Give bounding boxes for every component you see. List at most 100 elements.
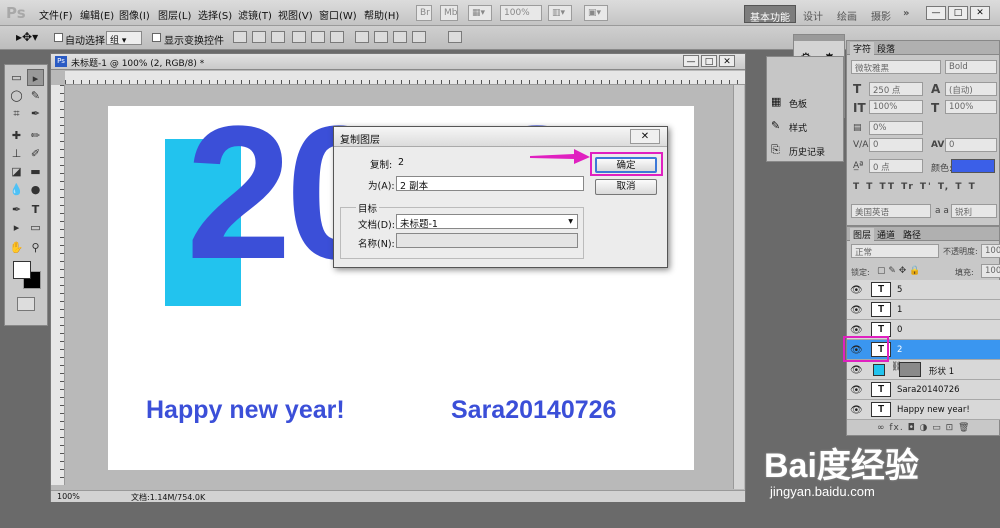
eyedropper-icon[interactable]: ✒ <box>27 105 44 122</box>
name-input[interactable] <box>396 233 578 248</box>
quick-mask-icon[interactable] <box>17 297 35 311</box>
menu-view[interactable]: 视图(V) <box>278 7 313 22</box>
eraser-tool-icon[interactable]: ◪ <box>8 163 25 180</box>
auto-align-icon[interactable] <box>448 31 462 43</box>
crop-tool-icon[interactable]: ⌗ <box>8 105 25 122</box>
layer-row[interactable]: 👁 ⛓ 形状 1 <box>847 360 1000 380</box>
align-vcenter-icon[interactable] <box>252 31 266 43</box>
align-bottom-icon[interactable] <box>271 31 285 43</box>
eye-icon[interactable]: 👁 <box>850 305 863 316</box>
fill-input[interactable]: 100% <box>981 264 1000 278</box>
blur-tool-icon[interactable]: 💧 <box>8 181 25 198</box>
vertical-scrollbar[interactable] <box>733 85 744 489</box>
tab-character[interactable]: 字符 <box>850 42 875 55</box>
eye-icon[interactable]: 👁 <box>850 325 863 336</box>
auto-select-checkbox[interactable] <box>54 33 63 42</box>
tab-paragraph[interactable]: 段落 <box>877 42 895 55</box>
kerning-input[interactable]: 0 <box>869 138 923 152</box>
eye-icon[interactable]: 👁 <box>850 385 863 396</box>
zoom-tool-icon[interactable]: ⚲ <box>27 239 44 256</box>
quick-select-icon[interactable]: ✎ <box>27 87 44 104</box>
as-input[interactable]: 2 副本 <box>396 176 584 192</box>
dialog-close-button[interactable]: ✕ <box>630 129 660 144</box>
layer-row[interactable]: 👁 T Sara20140726 <box>847 380 1000 400</box>
menu-filter[interactable]: 滤镜(T) <box>238 7 272 22</box>
status-zoom[interactable]: 100% <box>57 492 80 501</box>
doc-maximize-button[interactable]: □ <box>701 55 717 67</box>
layers-bottom-icons[interactable]: ∞ fx. ◘ ◑ ▭ ⊡ 🗑 <box>877 423 970 433</box>
shape-tool-icon[interactable]: ▭ <box>27 219 44 236</box>
vertical-ruler[interactable] <box>51 85 65 485</box>
menu-select[interactable]: 选择(S) <box>198 7 232 22</box>
move-tool-icon[interactable]: ▸ <box>27 69 44 86</box>
horizontal-ruler[interactable] <box>65 71 745 85</box>
layer-row[interactable]: 👁 T 5 <box>847 280 1000 300</box>
workspace-photo[interactable]: 摄影 <box>866 5 896 23</box>
menu-file[interactable]: 文件(F) <box>39 7 73 22</box>
pen-tool-icon[interactable]: ✒ <box>8 201 25 218</box>
horizontal-scale-input[interactable]: 100% <box>945 100 997 114</box>
dialog-titlebar[interactable]: 复制图层 ✕ <box>334 127 667 147</box>
minimize-button[interactable]: — <box>926 6 946 20</box>
eye-icon[interactable]: 👁 <box>850 405 863 416</box>
history-label[interactable]: 历史记录 <box>789 145 825 158</box>
menu-image[interactable]: 图像(I) <box>119 7 150 22</box>
font-style-select[interactable]: Bold <box>945 60 997 74</box>
swatches-icon[interactable]: ▦ <box>771 95 781 108</box>
workspace-design[interactable]: 设计 <box>798 5 828 23</box>
workspace-basic[interactable]: 基本功能 <box>744 5 796 24</box>
workspace-more[interactable]: » <box>898 5 914 23</box>
eye-icon[interactable]: 👁 <box>850 285 863 296</box>
layer-row[interactable]: 👁 T Happy new year! <box>847 400 1000 420</box>
text-color-swatch[interactable] <box>951 159 995 173</box>
styles-label[interactable]: 样式 <box>789 121 807 134</box>
history-brush-icon[interactable]: ✐ <box>27 145 44 162</box>
show-transform-checkbox[interactable] <box>152 33 161 42</box>
menu-edit[interactable]: 编辑(E) <box>80 7 114 22</box>
font-size-input[interactable]: 250 点 <box>869 82 923 96</box>
healing-brush-icon[interactable]: ✚ <box>8 127 25 144</box>
tab-channels[interactable]: 通道 <box>877 228 895 241</box>
zoom-level-select[interactable]: 100% <box>500 5 542 21</box>
doc-close-button[interactable]: ✕ <box>719 55 735 67</box>
distribute-bottom-icon[interactable] <box>393 31 407 43</box>
layer-row[interactable]: 👁 T 1 <box>847 300 1000 320</box>
menu-help[interactable]: 帮助(H) <box>364 7 399 22</box>
type-tool-icon[interactable]: T <box>27 201 44 218</box>
dock-grip[interactable] <box>794 35 844 41</box>
screen-mode-icon[interactable]: ▣▾ <box>584 5 608 21</box>
arrange-docs-icon[interactable]: ▥▾ <box>548 5 572 21</box>
blend-mode-select[interactable]: 正常 <box>851 244 939 258</box>
document-select[interactable]: 未标题-1 ▾ <box>396 214 578 230</box>
gradient-tool-icon[interactable]: ▬ <box>27 163 44 180</box>
tracking-pct-input[interactable]: 0% <box>869 121 923 135</box>
distribute-left-icon[interactable] <box>412 31 426 43</box>
brush-tool-icon[interactable]: ✏ <box>27 127 44 144</box>
menu-layer[interactable]: 图层(L) <box>158 7 191 22</box>
opacity-input[interactable]: 100% <box>981 244 1000 258</box>
maximize-button[interactable]: □ <box>948 6 968 20</box>
history-icon[interactable]: ⎘ <box>771 143 780 157</box>
tab-paths[interactable]: 路径 <box>903 228 921 241</box>
baseline-input[interactable]: 0 点 <box>869 159 923 173</box>
lock-icons[interactable]: ▢ ✎ ✥ 🔒 <box>877 266 920 276</box>
move-tool-icon[interactable]: ▸✥▾ <box>16 30 38 44</box>
leading-input[interactable]: (自动) <box>945 82 997 96</box>
clone-stamp-icon[interactable]: ⊥ <box>8 145 25 162</box>
cancel-button[interactable]: 取消 <box>595 179 657 195</box>
language-select[interactable]: 美国英语 <box>851 204 931 218</box>
distribute-vcenter-icon[interactable] <box>374 31 388 43</box>
auto-select-dropdown[interactable]: 组 ▾ <box>106 31 142 46</box>
document-tab[interactable]: Ps 未标题-1 @ 100% (2, RGB/8) * — □ ✕ <box>51 54 745 70</box>
align-hcenter-icon[interactable] <box>311 31 325 43</box>
distribute-top-icon[interactable] <box>355 31 369 43</box>
swatches-label[interactable]: 色板 <box>789 97 807 110</box>
foreground-color-swatch[interactable] <box>13 261 31 279</box>
workspace-paint[interactable]: 绘画 <box>832 5 862 23</box>
close-app-button[interactable]: ✕ <box>970 6 990 20</box>
bridge-icon[interactable]: Br <box>416 5 432 21</box>
tracking-input[interactable]: 0 <box>945 138 997 152</box>
align-left-icon[interactable] <box>292 31 306 43</box>
doc-minimize-button[interactable]: — <box>683 55 699 67</box>
path-select-icon[interactable]: ▸ <box>8 219 25 236</box>
